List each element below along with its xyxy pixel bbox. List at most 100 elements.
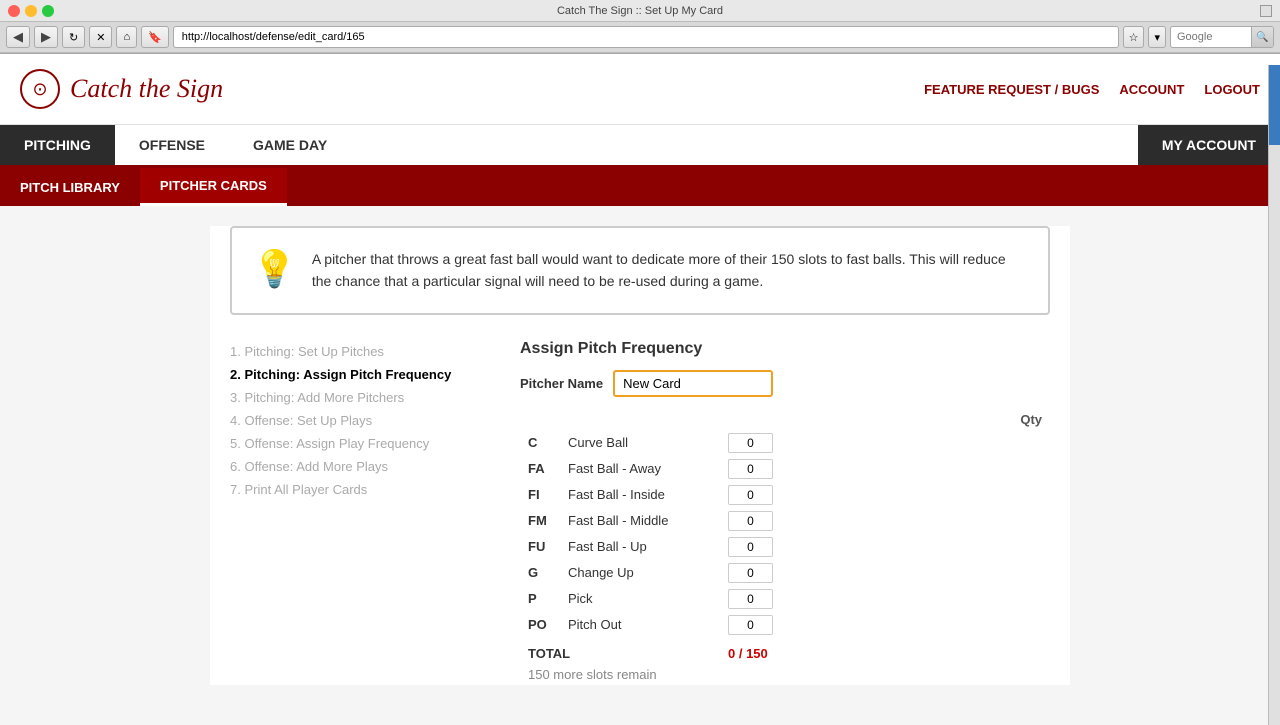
site-header: ⊙ Catch the Sign FEATURE REQUEST / BUGS … [0, 54, 1280, 125]
pitch-qty-cell [720, 456, 1050, 482]
slots-remain: 150 more slots remain [520, 664, 1050, 685]
pitch-qty-cell [720, 612, 1050, 638]
col-name [560, 409, 720, 430]
main-content: 1. Pitching: Set Up Pitches 2. Pitching:… [230, 340, 1050, 685]
pitch-table: Qty C Curve Ball FA Fast Ball - Away FI … [520, 409, 1050, 685]
sub-nav-pitch-library[interactable]: PITCH LIBRARY [0, 170, 140, 205]
sub-nav: PITCH LIBRARY PITCHER CARDS [0, 168, 1280, 206]
pitcher-name-label: Pitcher Name [520, 376, 603, 391]
pitch-code: PO [520, 612, 560, 638]
step-6: 6. Offense: Add More Plays [230, 455, 490, 478]
pitch-name: Pitch Out [560, 612, 720, 638]
qty-input[interactable] [728, 459, 773, 479]
page-wrapper: ⊙ Catch the Sign FEATURE REQUEST / BUGS … [0, 54, 1280, 725]
pitcher-name-row: Pitcher Name [520, 370, 1050, 397]
pitch-name: Curve Ball [560, 430, 720, 456]
tip-text: A pitcher that throws a great fast ball … [312, 248, 1028, 293]
pitch-name: Fast Ball - Away [560, 456, 720, 482]
pitch-qty-cell [720, 508, 1050, 534]
close-button[interactable] [8, 5, 20, 17]
nav-item-gameday[interactable]: GAME DAY [229, 125, 351, 165]
bookmark-button[interactable]: 🔖 [141, 26, 169, 48]
steps-column: 1. Pitching: Set Up Pitches 2. Pitching:… [230, 340, 490, 685]
window-title: Catch The Sign :: Set Up My Card [557, 5, 723, 17]
logo-text: Catch the Sign [70, 74, 223, 104]
pitch-qty-cell [720, 586, 1050, 612]
maximize-button[interactable] [42, 5, 54, 17]
favorite-button[interactable]: ☆ [1123, 26, 1145, 48]
logout-link[interactable]: LOGOUT [1204, 82, 1260, 97]
account-link[interactable]: ACCOUNT [1119, 82, 1184, 97]
feature-request-link[interactable]: FEATURE REQUEST / BUGS [924, 82, 1099, 97]
search-button[interactable]: 🔍 [1251, 26, 1273, 48]
pitch-code: FM [520, 508, 560, 534]
forward-button[interactable]: ▶ [34, 26, 58, 48]
header-nav: FEATURE REQUEST / BUGS ACCOUNT LOGOUT [924, 82, 1260, 97]
total-row: TOTAL 0 / 150 [520, 638, 1050, 664]
minimize-button[interactable] [25, 5, 37, 17]
stop-button[interactable]: ✕ [89, 26, 112, 48]
pitcher-name-input[interactable] [613, 370, 773, 397]
table-row: FM Fast Ball - Middle [520, 508, 1050, 534]
qty-input[interactable] [728, 511, 773, 531]
back-button[interactable]: ◀ [6, 26, 30, 48]
window-resize[interactable] [1260, 5, 1272, 17]
form-title: Assign Pitch Frequency [520, 340, 1050, 358]
tip-box: 💡 A pitcher that throws a great fast bal… [230, 226, 1050, 315]
sub-nav-pitcher-cards[interactable]: PITCHER CARDS [140, 168, 287, 206]
nav-item-pitching[interactable]: PITCHING [0, 125, 115, 165]
tip-icon: 💡 [252, 248, 297, 290]
step-7: 7. Print All Player Cards [230, 478, 490, 501]
table-row: C Curve Ball [520, 430, 1050, 456]
search-input[interactable] [1171, 31, 1251, 43]
content-area: 💡 A pitcher that throws a great fast bal… [210, 226, 1070, 685]
nav-item-offense[interactable]: OFFENSE [115, 125, 229, 165]
nav-item-myaccount[interactable]: MY ACCOUNT [1138, 125, 1280, 165]
qty-input[interactable] [728, 615, 773, 635]
pitch-code: FI [520, 482, 560, 508]
qty-input[interactable] [728, 589, 773, 609]
url-input[interactable] [173, 26, 1119, 48]
browser-navbar: ◀ ▶ ↻ ✕ ⌂ 🔖 ☆ ▾ � [0, 22, 1280, 53]
logo-icon: ⊙ [20, 69, 60, 109]
qty-input[interactable] [728, 537, 773, 557]
step-4: 4. Offense: Set Up Plays [230, 409, 490, 432]
pitch-code: G [520, 560, 560, 586]
scrollbar-thumb[interactable] [1269, 65, 1280, 145]
logo-area: ⊙ Catch the Sign [20, 69, 223, 109]
pitch-code: FU [520, 534, 560, 560]
table-row: FA Fast Ball - Away [520, 456, 1050, 482]
pitch-name: Change Up [560, 560, 720, 586]
reload-button[interactable]: ↻ [62, 26, 85, 48]
step-2: 2. Pitching: Assign Pitch Frequency [230, 363, 490, 386]
pitch-code: C [520, 430, 560, 456]
home-button[interactable]: ⌂ [116, 26, 137, 48]
qty-input[interactable] [728, 563, 773, 583]
url-dropdown-button[interactable]: ▾ [1148, 26, 1166, 48]
table-row: FU Fast Ball - Up [520, 534, 1050, 560]
step-5: 5. Offense: Assign Play Frequency [230, 432, 490, 455]
qty-input[interactable] [728, 485, 773, 505]
pitch-name: Fast Ball - Inside [560, 482, 720, 508]
form-column: Assign Pitch Frequency Pitcher Name Qty [520, 340, 1050, 685]
pitch-qty-cell [720, 534, 1050, 560]
col-qty: Qty [720, 409, 1050, 430]
step-3: 3. Pitching: Add More Pitchers [230, 386, 490, 409]
total-label: TOTAL [520, 638, 720, 664]
pitch-qty-cell [720, 430, 1050, 456]
pitch-code: FA [520, 456, 560, 482]
search-wrap: 🔍 [1170, 26, 1274, 48]
slots-remain-row: 150 more slots remain [520, 664, 1050, 685]
total-value: 0 / 150 [720, 638, 1050, 664]
table-row: P Pick [520, 586, 1050, 612]
pitch-code: P [520, 586, 560, 612]
step-1: 1. Pitching: Set Up Pitches [230, 340, 490, 363]
table-row: G Change Up [520, 560, 1050, 586]
url-bar-wrap: ☆ ▾ [173, 26, 1166, 48]
qty-input[interactable] [728, 433, 773, 453]
table-row: PO Pitch Out [520, 612, 1050, 638]
scrollbar[interactable] [1268, 65, 1280, 725]
col-code [520, 409, 560, 430]
pitch-name: Fast Ball - Middle [560, 508, 720, 534]
main-nav: PITCHING OFFENSE GAME DAY MY ACCOUNT [0, 125, 1280, 168]
